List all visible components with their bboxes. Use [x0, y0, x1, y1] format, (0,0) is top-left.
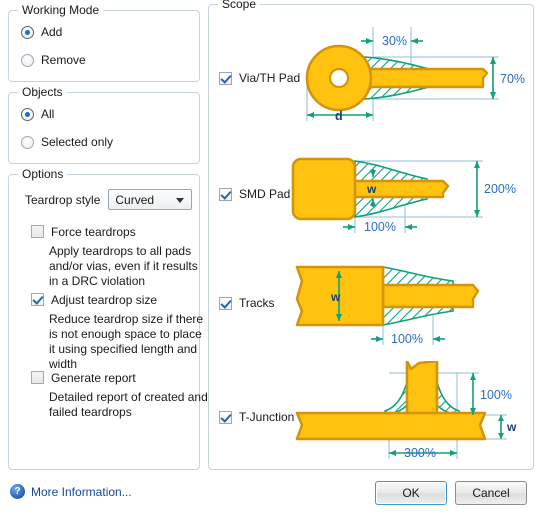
teardrop-style-row: Teardrop style Curved: [25, 189, 193, 210]
teardrops-dialog: Working Mode Add Remove Objects All Sele…: [0, 0, 541, 514]
radio-label: All: [41, 107, 55, 121]
annotation-70-percent: 70%: [500, 72, 525, 86]
annotation-100-percent: 100%: [480, 388, 512, 402]
checkbox-scope-tracks[interactable]: Tracks: [219, 296, 275, 310]
checkbox-indicator[interactable]: [31, 371, 44, 384]
more-information-label: More Information...: [31, 484, 132, 499]
checkbox-label: Tracks: [239, 296, 275, 310]
radio-indicator[interactable]: [21, 53, 34, 67]
options-group: Options Teardrop style Curved Force tear…: [8, 167, 208, 470]
radio-label: Remove: [41, 53, 86, 67]
force-teardrops-description: Apply teardrops to all pads and/or vias,…: [49, 244, 198, 288]
radio-objects-selected-only[interactable]: Selected only: [21, 135, 113, 149]
radio-indicator[interactable]: [21, 135, 34, 149]
more-information-link[interactable]: ? More Information...: [10, 484, 132, 499]
radio-indicator[interactable]: [21, 25, 34, 39]
ok-button-label: OK: [402, 486, 420, 500]
scope-legend: Scope: [218, 0, 261, 11]
objects-group: Objects All Selected only: [8, 85, 200, 164]
annotation-w: w: [330, 290, 341, 304]
teardrop-style-value: Curved: [115, 192, 155, 207]
checkbox-indicator[interactable]: [219, 71, 232, 85]
checkbox-indicator[interactable]: [31, 225, 44, 238]
checkbox-indicator[interactable]: [31, 293, 44, 306]
annotation-300-percent: 300%: [404, 446, 436, 460]
teardrop-style-label: Teardrop style: [25, 192, 101, 207]
via-th-pad-figure: 30% 70% d: [287, 13, 533, 133]
t-junction-figure: 100% w 300%: [287, 361, 533, 467]
cancel-button-label: Cancel: [472, 486, 510, 500]
options-legend: Options: [18, 167, 68, 181]
radio-working-mode-add[interactable]: Add: [21, 25, 62, 39]
annotation-w: w: [366, 182, 377, 196]
objects-legend: Objects: [18, 85, 67, 99]
annotation-w: w: [506, 420, 517, 434]
checkbox-scope-t-junction[interactable]: T-Junction: [219, 410, 294, 424]
checkbox-label: SMD Pad: [239, 187, 291, 201]
checkbox-scope-smd-pad[interactable]: SMD Pad: [219, 187, 290, 201]
annotation-100-percent: 100%: [391, 332, 423, 346]
teardrop-style-select[interactable]: Curved: [108, 189, 193, 210]
checkbox-indicator[interactable]: [219, 410, 232, 424]
radio-label: Selected only: [41, 135, 114, 149]
checkbox-label: Adjust teardrop size: [51, 293, 158, 307]
checkbox-label: Generate report: [51, 371, 136, 385]
annotation-30-percent: 30%: [382, 34, 407, 48]
checkbox-generate-report[interactable]: Generate report: [31, 371, 136, 385]
annotation-d: d: [335, 109, 343, 123]
radio-indicator[interactable]: [21, 107, 34, 121]
chevron-down-icon[interactable]: [176, 197, 185, 203]
generate-report-description: Detailed report of created and failed te…: [49, 390, 208, 419]
annotation-100-percent: 100%: [364, 220, 396, 234]
cancel-button[interactable]: Cancel: [455, 481, 527, 505]
checkbox-force-teardrops[interactable]: Force teardrops: [31, 225, 136, 239]
checkbox-adjust-teardrop-size[interactable]: Adjust teardrop size: [31, 293, 157, 307]
help-question-icon[interactable]: ?: [10, 484, 25, 499]
working-mode-group: Working Mode Add Remove: [8, 3, 200, 82]
checkbox-label: Force teardrops: [51, 225, 136, 239]
smd-pad-figure: w 200% 100%: [287, 145, 533, 245]
working-mode-legend: Working Mode: [18, 3, 104, 17]
adjust-teardrop-size-description: Reduce teardrop size if there is not eno…: [49, 312, 204, 371]
scope-group: Scope Via/TH Pad 30% 70% d SMD Pad w 200…: [208, 0, 534, 470]
radio-objects-all[interactable]: All: [21, 107, 54, 121]
annotation-200-percent: 200%: [484, 182, 516, 196]
radio-working-mode-remove[interactable]: Remove: [21, 53, 86, 67]
checkbox-indicator[interactable]: [219, 296, 232, 310]
radio-label: Add: [41, 25, 63, 39]
checkbox-indicator[interactable]: [219, 187, 232, 201]
ok-button[interactable]: OK: [375, 481, 447, 505]
tracks-figure: w 100%: [287, 255, 533, 355]
